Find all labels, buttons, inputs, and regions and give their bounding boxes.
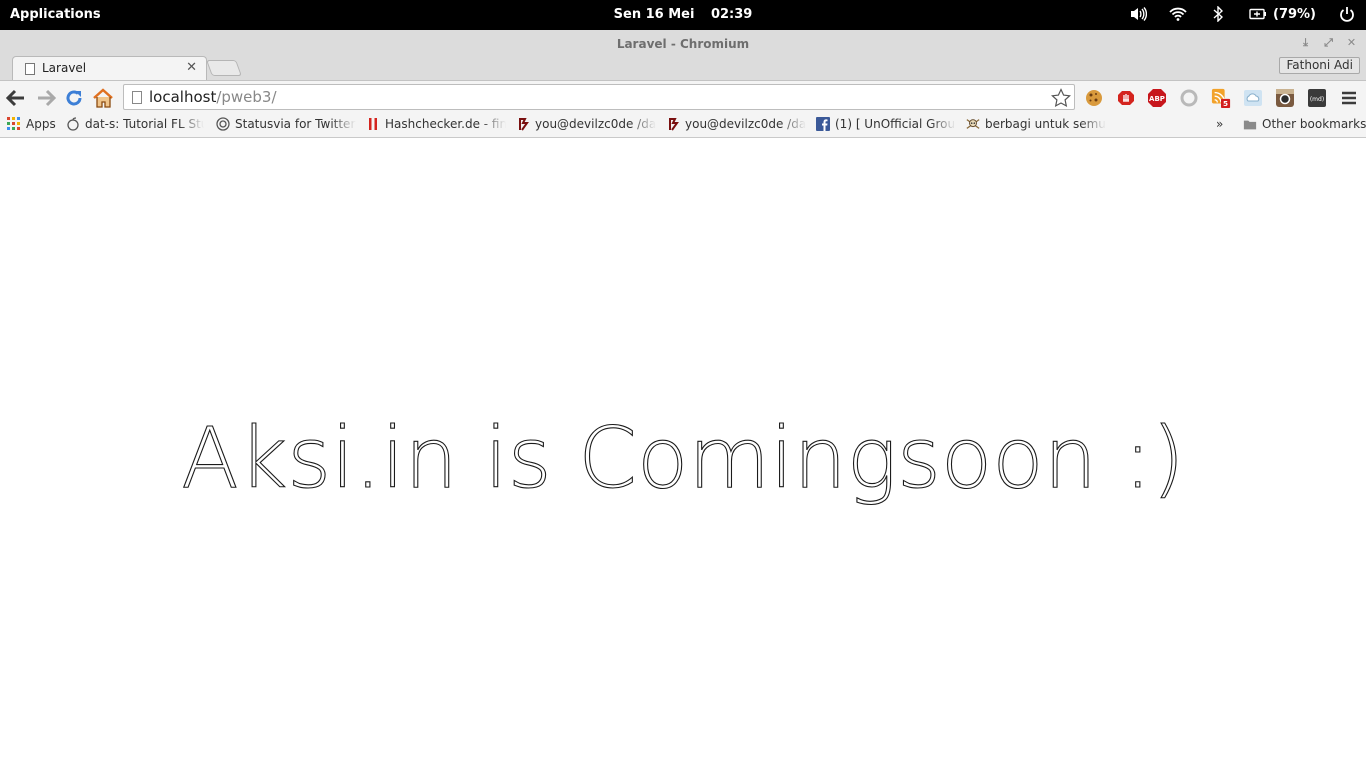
tab-laravel[interactable]: Laravel ✕: [12, 56, 207, 80]
bookmark-item[interactable]: (1) [ UnOfficial Group: [816, 117, 956, 131]
cookie-extension-icon[interactable]: [1084, 88, 1104, 108]
chrome-menu-icon[interactable]: [1339, 88, 1359, 108]
power-icon[interactable]: [1338, 5, 1356, 23]
bookmark-label: Apps: [26, 117, 56, 131]
home-button[interactable]: [92, 87, 114, 109]
reload-button[interactable]: [63, 87, 85, 109]
bookmark-label: you@devilzc0de /dark: [685, 117, 806, 131]
bookmark-label: Other bookmarks: [1262, 117, 1366, 131]
url-text[interactable]: localhost/pweb3/: [149, 88, 277, 106]
cloud-extension-icon[interactable]: [1243, 88, 1263, 108]
rss-badge: 5: [1223, 99, 1228, 108]
skull-icon: [966, 117, 980, 131]
bookmark-label: Hashchecker.de - find: [385, 117, 506, 131]
devilzc0de-icon: [516, 117, 530, 131]
reload-icon: [66, 90, 82, 106]
bookmark-apps[interactable]: Apps: [7, 117, 59, 131]
page-content: Aksi.in is Comingsoon :): [0, 139, 1366, 768]
close-window-icon[interactable]: ✕: [1345, 36, 1358, 49]
browser-toolbar: localhost/pweb3/ ABP 5 (md): [0, 80, 1366, 113]
bluetooth-icon[interactable]: [1209, 5, 1227, 23]
other-bookmarks-folder[interactable]: Other bookmarks: [1243, 117, 1366, 131]
adblock-hand-icon[interactable]: [1116, 88, 1136, 108]
bookmark-item[interactable]: berbagi untuk semua: [966, 117, 1106, 131]
system-tray: (79%): [1129, 5, 1356, 23]
address-bar[interactable]: localhost/pweb3/: [123, 84, 1075, 110]
md-label: (md): [1310, 96, 1324, 103]
forward-arrow-icon: [38, 89, 56, 107]
bookmark-label: Statusvia for Twitter -: [235, 117, 356, 131]
close-icon[interactable]: ✕: [186, 60, 197, 75]
bookmark-label: you@devilzc0de /dark: [535, 117, 656, 131]
bookmarks-bar: Apps dat-s: Tutorial FL Stud Statusvia f…: [0, 113, 1366, 138]
abp-extension-icon[interactable]: ABP: [1147, 88, 1167, 108]
page-heading: Aksi.in is Comingsoon :): [0, 408, 1366, 507]
home-icon: [93, 88, 113, 108]
battery-percent: (79%): [1273, 6, 1316, 22]
window-controls: ⤓ ⤢ ✕: [1299, 36, 1358, 50]
back-button[interactable]: [5, 87, 27, 109]
statusvia-icon: [216, 117, 230, 131]
devilzc0de-icon: [666, 117, 680, 131]
url-host: localhost: [149, 88, 217, 106]
window-title: Laravel - Chromium: [616, 37, 750, 51]
profile-button[interactable]: Fathoni Adi: [1279, 57, 1360, 74]
md-extension-icon[interactable]: (md): [1307, 88, 1327, 108]
rss-extension-icon[interactable]: 5: [1211, 88, 1231, 108]
back-arrow-icon: [6, 89, 24, 107]
page-icon: [132, 91, 142, 104]
bookmark-label: dat-s: Tutorial FL Stud: [85, 117, 204, 131]
abp-label: ABP: [1149, 95, 1165, 103]
battery-indicator[interactable]: (79%): [1249, 7, 1316, 22]
bookmark-item[interactable]: dat-s: Tutorial FL Stud: [66, 117, 204, 131]
maximize-icon[interactable]: ⤢: [1322, 36, 1335, 49]
instagram-extension-icon[interactable]: [1275, 88, 1295, 108]
wifi-icon[interactable]: [1169, 5, 1187, 23]
bookmark-label: (1) [ UnOfficial Group: [835, 117, 956, 131]
time-label: 02:39: [710, 7, 753, 22]
overflow-chevron-icon: »: [1216, 117, 1224, 131]
bookmark-label: berbagi untuk semua: [985, 117, 1106, 131]
tab-strip: Laravel ✕ Fathoni Adi: [0, 54, 1366, 80]
apps-grid-icon: [7, 117, 21, 131]
heading-text: Aksi.in is Comingsoon :): [181, 408, 1186, 507]
forward-button[interactable]: [35, 87, 57, 109]
system-panel: Applications Sen 16 Mei 02:39 (79%): [0, 0, 1366, 30]
battery-icon: [1249, 8, 1266, 20]
folder-icon: [1243, 117, 1257, 131]
bookmark-item[interactable]: you@devilzc0de /dark: [516, 117, 656, 131]
date-label: Sen 16 Mei: [613, 7, 695, 22]
bookmark-item[interactable]: Statusvia for Twitter -: [216, 117, 356, 131]
hashchecker-icon: [366, 117, 380, 131]
circle-extension-icon[interactable]: [1179, 88, 1199, 108]
new-tab-button[interactable]: [206, 60, 242, 76]
tab-label: Laravel: [42, 61, 87, 75]
volume-icon[interactable]: [1129, 5, 1147, 23]
bookmark-item[interactable]: Hashchecker.de - find: [366, 117, 506, 131]
bookmarks-overflow-button[interactable]: »: [1216, 117, 1223, 131]
bookmark-star-icon[interactable]: [1050, 87, 1072, 109]
bookmark-item[interactable]: you@devilzc0de /dark: [666, 117, 806, 131]
minimize-icon[interactable]: ⤓: [1299, 36, 1312, 49]
page-icon: [25, 63, 35, 75]
fruit-icon: [66, 117, 80, 131]
url-path: /pweb3/: [216, 88, 277, 106]
facebook-icon: [816, 117, 830, 131]
